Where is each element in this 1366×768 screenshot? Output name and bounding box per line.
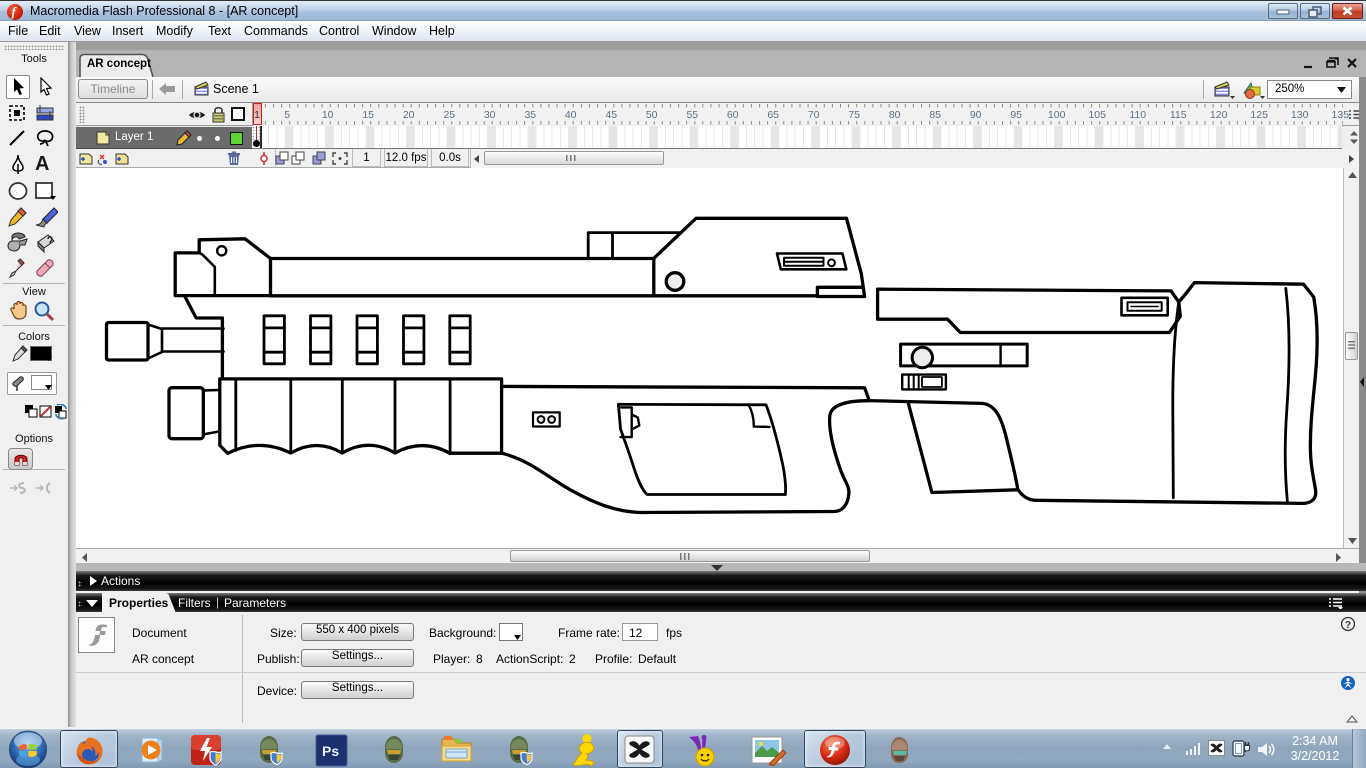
svg-text:Ps: Ps — [322, 743, 339, 759]
svg-text:?: ? — [1345, 620, 1351, 631]
